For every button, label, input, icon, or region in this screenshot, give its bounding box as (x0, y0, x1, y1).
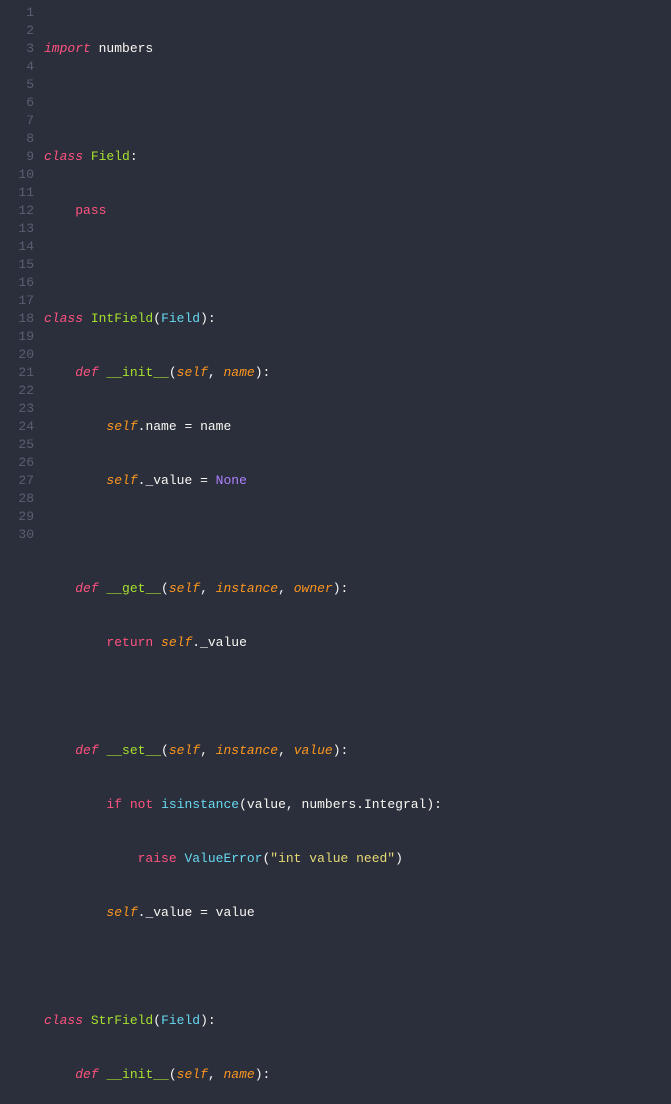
line-number: 5 (0, 76, 34, 94)
line-number: 24 (0, 418, 34, 436)
code-line[interactable]: class Field: (44, 148, 671, 166)
code-line[interactable] (44, 256, 671, 274)
code-line[interactable]: import numbers (44, 40, 671, 58)
code-line[interactable]: if not isinstance(value, numbers.Integra… (44, 796, 671, 814)
line-number: 29 (0, 508, 34, 526)
line-number: 16 (0, 274, 34, 292)
line-number: 21 (0, 364, 34, 382)
line-number: 15 (0, 256, 34, 274)
code-area[interactable]: import numbers class Field: pass class I… (44, 4, 671, 1104)
line-number: 4 (0, 58, 34, 76)
line-number: 13 (0, 220, 34, 238)
line-number: 27 (0, 472, 34, 490)
code-line[interactable]: self.name = name (44, 418, 671, 436)
line-number: 3 (0, 40, 34, 58)
code-line[interactable]: def __set__(self, instance, value): (44, 742, 671, 760)
line-number-gutter: 1 2 3 4 5 6 7 8 9 10 11 12 13 14 15 16 1… (0, 4, 44, 1104)
code-line[interactable]: class IntField(Field): (44, 310, 671, 328)
code-line[interactable] (44, 526, 671, 544)
code-line[interactable] (44, 958, 671, 976)
line-number: 14 (0, 238, 34, 256)
code-editor[interactable]: 1 2 3 4 5 6 7 8 9 10 11 12 13 14 15 16 1… (0, 0, 671, 1104)
code-line[interactable]: self._value = value (44, 904, 671, 922)
code-line[interactable]: def __init__(self, name): (44, 364, 671, 382)
line-number: 26 (0, 454, 34, 472)
code-line[interactable]: raise ValueError("int value need") (44, 850, 671, 868)
code-line[interactable] (44, 94, 671, 112)
line-number: 6 (0, 94, 34, 112)
line-number: 22 (0, 382, 34, 400)
line-number: 25 (0, 436, 34, 454)
line-number: 1 (0, 4, 34, 22)
line-number: 10 (0, 166, 34, 184)
code-line[interactable]: def __init__(self, name): (44, 1066, 671, 1084)
line-number: 11 (0, 184, 34, 202)
line-number: 8 (0, 130, 34, 148)
line-number: 2 (0, 22, 34, 40)
code-line[interactable]: self._value = None (44, 472, 671, 490)
line-number: 18 (0, 310, 34, 328)
code-line[interactable]: def __get__(self, instance, owner): (44, 580, 671, 598)
line-number: 12 (0, 202, 34, 220)
line-number: 23 (0, 400, 34, 418)
code-line[interactable]: class StrField(Field): (44, 1012, 671, 1030)
code-line[interactable]: return self._value (44, 634, 671, 652)
code-line[interactable] (44, 688, 671, 706)
line-number: 20 (0, 346, 34, 364)
line-number: 9 (0, 148, 34, 166)
code-line[interactable]: pass (44, 202, 671, 220)
line-number: 30 (0, 526, 34, 544)
line-number: 7 (0, 112, 34, 130)
line-number: 19 (0, 328, 34, 346)
line-number: 17 (0, 292, 34, 310)
line-number: 28 (0, 490, 34, 508)
